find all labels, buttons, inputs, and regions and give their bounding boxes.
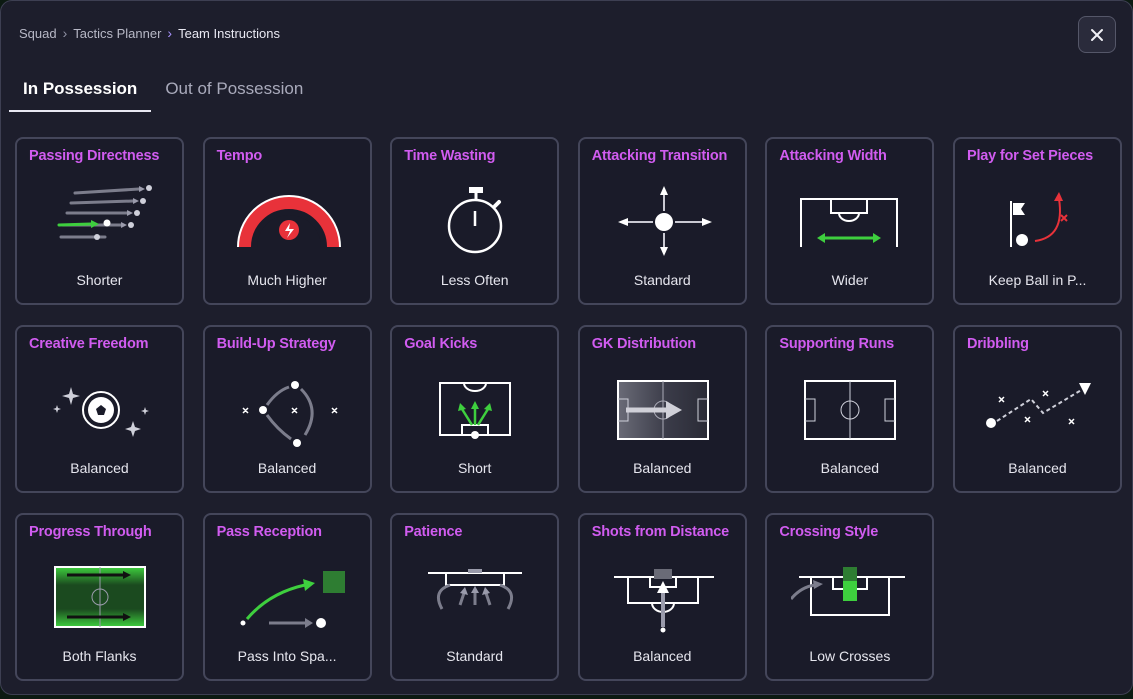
card-value: Both Flanks bbox=[62, 648, 137, 664]
corner-flag-icon bbox=[1009, 192, 1068, 247]
card-title: Goal Kicks bbox=[404, 336, 478, 352]
card-title: Supporting Runs bbox=[779, 336, 894, 352]
card-time-wasting[interactable]: Time Wasting Less Often bbox=[390, 137, 560, 305]
stopwatch-icon bbox=[447, 187, 503, 254]
card-value: Less Often bbox=[440, 272, 509, 288]
card-title: Play for Set Pieces bbox=[966, 148, 1093, 164]
pass-reception-icon bbox=[240, 571, 345, 628]
breadcrumb-item-tactics-planner[interactable]: Tactics Planner bbox=[73, 26, 161, 41]
dribbling-icon bbox=[985, 383, 1091, 428]
card-title: Progress Through bbox=[29, 524, 152, 540]
goal-kick-icon bbox=[439, 382, 512, 439]
card-pass-reception[interactable]: Pass Reception Pass Into Spa... bbox=[202, 513, 372, 681]
card-value: Standard bbox=[633, 272, 691, 288]
card-creative-freedom[interactable]: Creative Freedom Balanced bbox=[15, 325, 184, 493]
card-dribbling[interactable]: Dribbling Balanced bbox=[952, 325, 1122, 493]
card-shots-from-distance[interactable]: Shots from Distance Balanced bbox=[577, 513, 747, 681]
card-value: Balanced bbox=[633, 648, 692, 664]
card-title: Pass Reception bbox=[216, 524, 322, 540]
card-gk-distribution[interactable]: GK Distribution Balanced bbox=[577, 325, 747, 493]
card-progress-through[interactable]: Progress Through Both Flanks bbox=[15, 513, 184, 681]
card-value: Much Higher bbox=[247, 272, 327, 288]
breadcrumb: Squad › Tactics Planner › Team Instructi… bbox=[19, 25, 280, 41]
card-crossing-style[interactable]: Crossing Style Low Crosses bbox=[765, 513, 935, 681]
possession-tabs: In Possession Out of Possession bbox=[9, 69, 317, 112]
close-button[interactable] bbox=[1078, 16, 1116, 53]
shots-icon bbox=[613, 569, 714, 633]
crossing-icon bbox=[791, 567, 906, 616]
supporting-runs-icon bbox=[804, 380, 897, 440]
patience-icon bbox=[428, 569, 523, 610]
card-build-up-strategy[interactable]: Build-Up Strategy Balanced bbox=[202, 325, 372, 493]
breadcrumb-item-squad[interactable]: Squad bbox=[19, 26, 57, 41]
card-title: Shots from Distance bbox=[591, 524, 729, 540]
card-play-for-set-pieces[interactable]: Play for Set Pieces Keep Ball in P... bbox=[952, 137, 1122, 305]
card-title: Attacking Transition bbox=[591, 148, 728, 164]
cross-arrows-icon bbox=[617, 186, 712, 256]
pitch-width-icon bbox=[800, 198, 899, 247]
instruction-grid: Passing Directness Shorter Tempo Much Hi… bbox=[15, 137, 1122, 681]
card-passing-directness[interactable]: Passing Directness Shorter bbox=[15, 137, 184, 305]
card-attacking-transition[interactable]: Attacking Transition Standard bbox=[577, 137, 747, 305]
card-supporting-runs[interactable]: Supporting Runs Balanced bbox=[765, 325, 935, 493]
card-patience[interactable]: Patience Standard bbox=[390, 513, 560, 681]
build-up-icon bbox=[242, 381, 338, 447]
card-value: Shorter bbox=[76, 272, 123, 288]
card-value: Balanced bbox=[257, 460, 317, 476]
card-tempo[interactable]: Tempo Much Higher bbox=[202, 137, 372, 305]
card-title: Build-Up Strategy bbox=[216, 336, 336, 352]
card-title: GK Distribution bbox=[591, 336, 696, 352]
card-title: Patience bbox=[404, 524, 463, 540]
flanks-icon bbox=[54, 566, 146, 628]
card-value: Balanced bbox=[633, 460, 692, 476]
chevron-right-icon: › bbox=[167, 25, 173, 41]
card-value: Balanced bbox=[820, 460, 880, 476]
arrows-icon bbox=[57, 185, 152, 240]
card-title: Creative Freedom bbox=[29, 336, 149, 352]
chevron-right-icon: › bbox=[62, 25, 68, 41]
card-title: Crossing Style bbox=[779, 524, 879, 540]
gk-distribution-icon bbox=[616, 380, 709, 440]
card-value: Low Crosses bbox=[809, 648, 891, 664]
card-title: Passing Directness bbox=[29, 148, 160, 164]
card-title: Time Wasting bbox=[404, 148, 496, 164]
card-goal-kicks[interactable]: Goal Kicks Short bbox=[390, 325, 560, 493]
card-attacking-width[interactable]: Attacking Width Wider bbox=[765, 137, 935, 305]
card-value: Keep Ball in P... bbox=[988, 272, 1087, 288]
card-title: Tempo bbox=[216, 148, 263, 164]
card-value: Short bbox=[457, 460, 492, 476]
card-value: Balanced bbox=[1008, 460, 1067, 476]
card-value: Standard bbox=[446, 648, 504, 664]
card-title: Dribbling bbox=[966, 336, 1029, 352]
close-icon bbox=[1091, 28, 1103, 41]
breadcrumb-item-team-instructions: Team Instructions bbox=[178, 25, 280, 41]
speed-gauge-icon bbox=[236, 195, 341, 248]
tab-out-of-possession[interactable]: Out of Possession bbox=[151, 69, 317, 112]
team-instructions-modal: Squad › Tactics Planner › Team Instructi… bbox=[0, 0, 1133, 695]
sparkle-ball-icon bbox=[53, 387, 149, 437]
tab-in-possession[interactable]: In Possession bbox=[9, 69, 152, 112]
card-title: Attacking Width bbox=[779, 148, 887, 164]
card-value: Balanced bbox=[70, 460, 129, 476]
card-value: Wider bbox=[831, 272, 869, 288]
card-value: Pass Into Spa... bbox=[237, 648, 337, 664]
